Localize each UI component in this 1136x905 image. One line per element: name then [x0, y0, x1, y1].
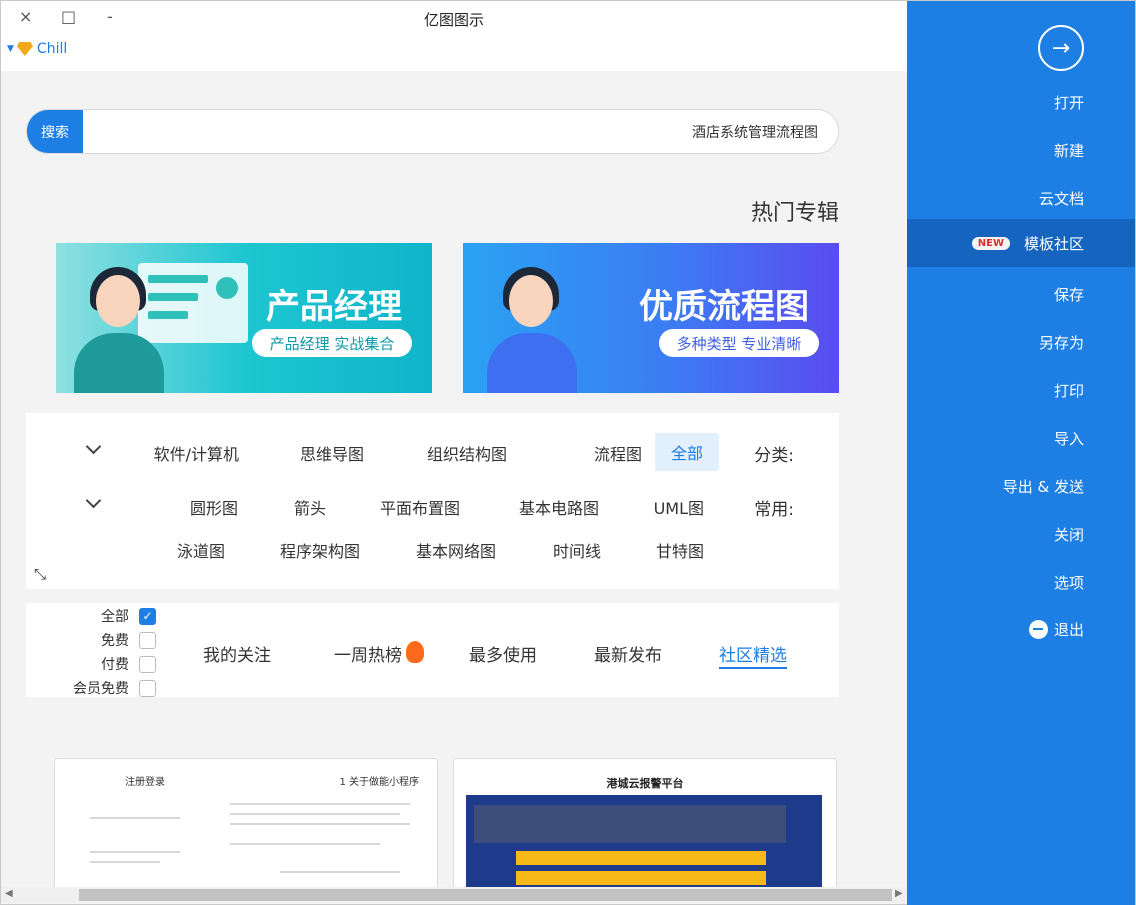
scroll-right-icon[interactable]: ▶ [895, 888, 903, 899]
sidebar-item-export-send[interactable]: 导出 & 发送 [907, 462, 1135, 510]
sidebar-item-close[interactable]: 关闭 [907, 510, 1135, 558]
chevron-down-icon[interactable] [85, 438, 102, 455]
banner-title: 优质流程图 [639, 287, 809, 327]
checkbox-box[interactable] [139, 631, 156, 649]
sidebar-item-save-as[interactable]: 另存为 [907, 318, 1135, 366]
sidebar-item-save[interactable]: 保存 [907, 270, 1135, 318]
checkbox-box[interactable] [139, 655, 156, 673]
common-uml[interactable]: UML图 [654, 495, 704, 519]
common-arrow[interactable]: 箭头 [294, 495, 326, 519]
checkbox-box[interactable] [139, 679, 156, 697]
category-org-chart[interactable]: 组织结构图 [427, 441, 507, 465]
category-software[interactable]: 软件/计算机 [154, 441, 239, 465]
banner-flowchart[interactable]: 优质流程图 多种类型 专业清晰 [463, 243, 839, 393]
category-all[interactable]: 全部 [654, 433, 719, 471]
check-icon[interactable]: ✓ [139, 607, 156, 625]
tab-weekly-hot-label: 一周热榜 [334, 646, 402, 666]
sidebar-item-new[interactable]: 新建 [907, 126, 1135, 174]
minus-circle-icon [1028, 619, 1048, 639]
banner-title: 产品经理 [266, 287, 402, 327]
chevron-down-icon[interactable] [85, 492, 102, 509]
user-menu[interactable]: ▼ Chill [7, 41, 67, 57]
common-network[interactable]: 基本网络图 [416, 538, 496, 562]
scrollbar-thumb[interactable] [79, 889, 892, 901]
common-label: 常用: [754, 500, 794, 520]
expand-icon[interactable]: ⤡ [34, 565, 46, 583]
checkbox-member-free[interactable]: 会员免费 [73, 678, 156, 698]
common-swimlane[interactable]: 泳道图 [177, 538, 225, 562]
sidebar-item-options[interactable]: 选项 [907, 558, 1135, 606]
search-input[interactable]: 酒店系统管理流程图 [692, 122, 818, 142]
person-illustration [74, 263, 164, 393]
tab-following[interactable]: 我的关注 [203, 641, 271, 666]
category-mindmap[interactable]: 思维导图 [300, 441, 364, 465]
sidebar-item-template-community[interactable]: NEW 模板社区 [907, 219, 1135, 267]
checkbox-label: 付费 [101, 657, 129, 673]
category-flowchart[interactable]: 流程图 [594, 441, 642, 465]
common-circle[interactable]: 圆形图 [190, 495, 238, 519]
hot-albums-title: 热门专辑 [750, 201, 839, 226]
title-bar: × □ - 亿图图示 ▼ Chill [1, 1, 907, 71]
tabs-panel: 社区精选 最新发布 最多使用 一周热榜 我的关注 全部 ✓ 免费 付费 会员免费 [26, 603, 839, 697]
category-label: 分类: [754, 446, 794, 466]
common-timeline[interactable]: 时间线 [553, 538, 601, 562]
common-architecture[interactable]: 程序架构图 [280, 538, 360, 562]
template-card[interactable]: 1 关于做能小程序 注册登录 [54, 758, 438, 888]
horizontal-scrollbar[interactable]: ◀ ▶ [1, 887, 907, 903]
checkbox-label: 全部 [101, 609, 129, 625]
main-area: × □ - 亿图图示 ▼ Chill 搜索 酒店系统管理流程图 热门专辑 产品经… [1, 1, 907, 905]
sidebar-item-exit[interactable]: 退出 [907, 605, 1135, 653]
scroll-left-icon[interactable]: ◀ [5, 888, 13, 899]
sidebar-item-import[interactable]: 导入 [907, 414, 1135, 462]
banner-product-manager[interactable]: 产品经理 产品经理 实战集合 [56, 243, 432, 393]
back-arrow-icon[interactable]: → [1038, 25, 1084, 71]
card-title: 港城云报警平台 [606, 777, 684, 790]
search-button[interactable]: 搜索 [27, 110, 83, 153]
tab-community-picks[interactable]: 社区精选 [719, 641, 787, 669]
checkbox-label: 会员免费 [73, 681, 129, 697]
file-menu-sidebar: → 打开 新建 云文档 NEW 模板社区 保存 另存为 打印 导入 导出 & 发… [907, 1, 1135, 905]
sidebar-item-print[interactable]: 打印 [907, 366, 1135, 414]
tab-weekly-hot[interactable]: 一周热榜 [334, 641, 424, 666]
new-badge: NEW [971, 236, 1010, 250]
app-window: × □ - 亿图图示 ▼ Chill 搜索 酒店系统管理流程图 热门专辑 产品经… [0, 0, 1136, 905]
tab-most-used[interactable]: 最多使用 [469, 641, 537, 666]
person-illustration [487, 263, 577, 393]
common-gantt[interactable]: 甘特图 [656, 538, 704, 562]
checkbox-all[interactable]: 全部 ✓ [101, 606, 156, 626]
banner-subtitle: 产品经理 实战集合 [252, 329, 412, 357]
common-floor-plan[interactable]: 平面布置图 [380, 495, 460, 519]
sidebar-item-label: 退出 [1053, 620, 1084, 639]
arrow-right-icon: → [1051, 35, 1071, 61]
fire-icon [406, 641, 424, 663]
checkbox-label: 免费 [101, 633, 129, 649]
sidebar-item-label: 模板社区 [1023, 234, 1084, 253]
document-preview [70, 773, 424, 887]
caret-down-icon: ▼ [7, 44, 14, 54]
common-circuit[interactable]: 基本电路图 [519, 495, 599, 519]
filter-panel: 分类: 全部 流程图 组织结构图 思维导图 软件/计算机 常用: UML图 基本… [26, 413, 839, 589]
banner-subtitle: 多种类型 专业清晰 [659, 329, 819, 357]
tab-latest[interactable]: 最新发布 [594, 641, 662, 666]
diagram-preview [466, 795, 822, 887]
sidebar-item-cloud-docs[interactable]: 云文档 [907, 174, 1135, 222]
template-card[interactable]: 港城云报警平台 [453, 758, 837, 888]
search-bar: 搜索 酒店系统管理流程图 [26, 109, 839, 154]
user-name: Chill [36, 41, 68, 57]
checkbox-free[interactable]: 免费 [101, 630, 156, 650]
checkbox-paid[interactable]: 付费 [101, 654, 156, 674]
app-title: 亿图图示 [423, 11, 484, 29]
sidebar-item-open[interactable]: 打开 [907, 78, 1135, 126]
vip-gem-icon [16, 42, 33, 56]
